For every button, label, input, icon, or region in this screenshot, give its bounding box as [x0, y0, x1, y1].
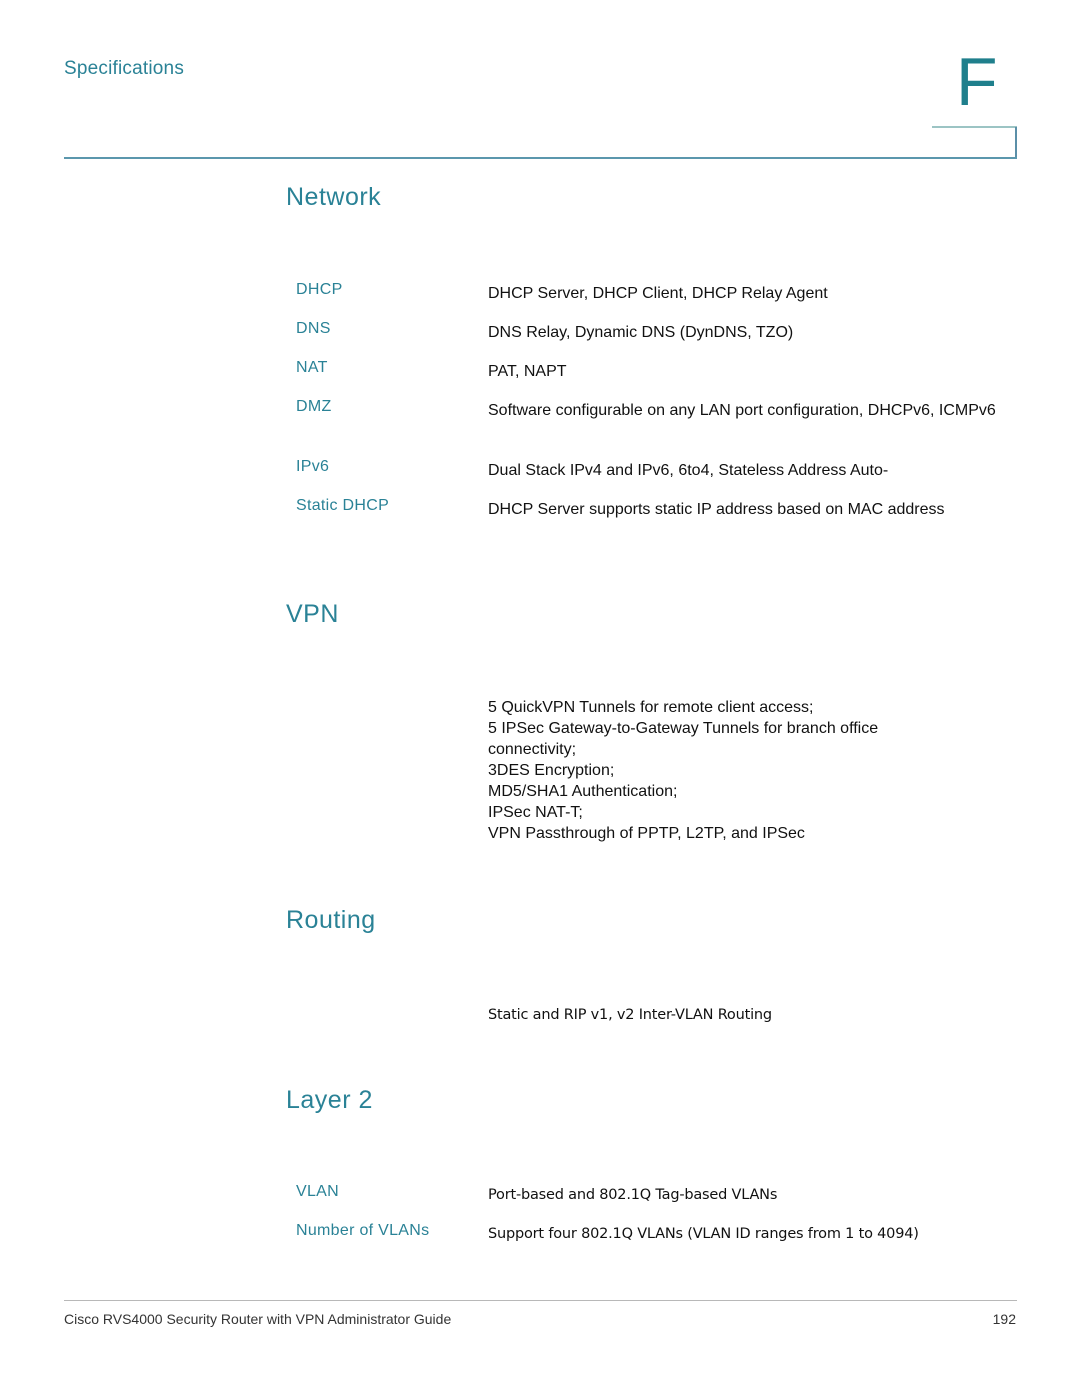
vpn-feature: IPSec NAT-T;: [488, 804, 583, 821]
chapter-letter: F: [956, 44, 998, 120]
vpn-features: 5 QuickVPN Tunnels for remote client acc…: [488, 697, 1008, 844]
spec-value: DNS Relay, Dynamic DNS (DynDNS, TZO): [488, 324, 794, 341]
chapter-tab-top-rule: [932, 126, 1017, 128]
spec-value: Software configurable on any LAN port co…: [488, 402, 996, 419]
vpn-feature: 5 IPSec Gateway-to-Gateway Tunnels for b…: [488, 720, 879, 758]
spec-value: Support four 802.1Q VLANs (VLAN ID range…: [488, 1226, 919, 1242]
spec-label: VLAN: [296, 1183, 339, 1200]
spec-label: IPv6: [296, 458, 330, 475]
spec-label: NAT: [296, 359, 328, 376]
vpn-feature: 3DES Encryption;: [488, 762, 615, 779]
spec-label: Static DHCP: [296, 497, 390, 514]
spec-label: DMZ: [296, 398, 332, 415]
section-title-layer2: Layer 2: [286, 1086, 373, 1114]
spec-label: Number of VLANs: [296, 1222, 430, 1239]
section-title-vpn: VPN: [286, 600, 339, 628]
vpn-feature: VPN Passthrough of PPTP, L2TP, and IPSec: [488, 825, 805, 842]
spec-label: DHCP: [296, 281, 343, 298]
section-title-routing: Routing: [286, 906, 376, 934]
spec-value: Dual Stack IPv4 and IPv6, 6to4, Stateles…: [488, 462, 889, 479]
header-rule: [64, 157, 1017, 159]
running-head: Specifications: [64, 58, 185, 79]
chapter-tab-side-rule: [1015, 127, 1017, 159]
spec-label: DNS: [296, 320, 331, 337]
page-number: 192: [992, 1311, 1016, 1327]
vpn-feature: 5 QuickVPN Tunnels for remote client acc…: [488, 699, 814, 716]
routing-value: Static and RIP v1, v2 Inter-VLAN Routing: [488, 1007, 772, 1023]
vpn-feature: MD5/SHA1 Authentication;: [488, 783, 678, 800]
spec-value: PAT, NAPT: [488, 363, 567, 380]
footer-rule: [64, 1300, 1017, 1301]
spec-value: DHCP Server supports static IP address b…: [488, 501, 945, 518]
footer-title: Cisco RVS4000 Security Router with VPN A…: [64, 1311, 452, 1327]
spec-value: Port-based and 802.1Q Tag-based VLANs: [488, 1187, 778, 1203]
spec-value: DHCP Server, DHCP Client, DHCP Relay Age…: [488, 285, 828, 302]
section-title-network: Network: [286, 183, 382, 211]
